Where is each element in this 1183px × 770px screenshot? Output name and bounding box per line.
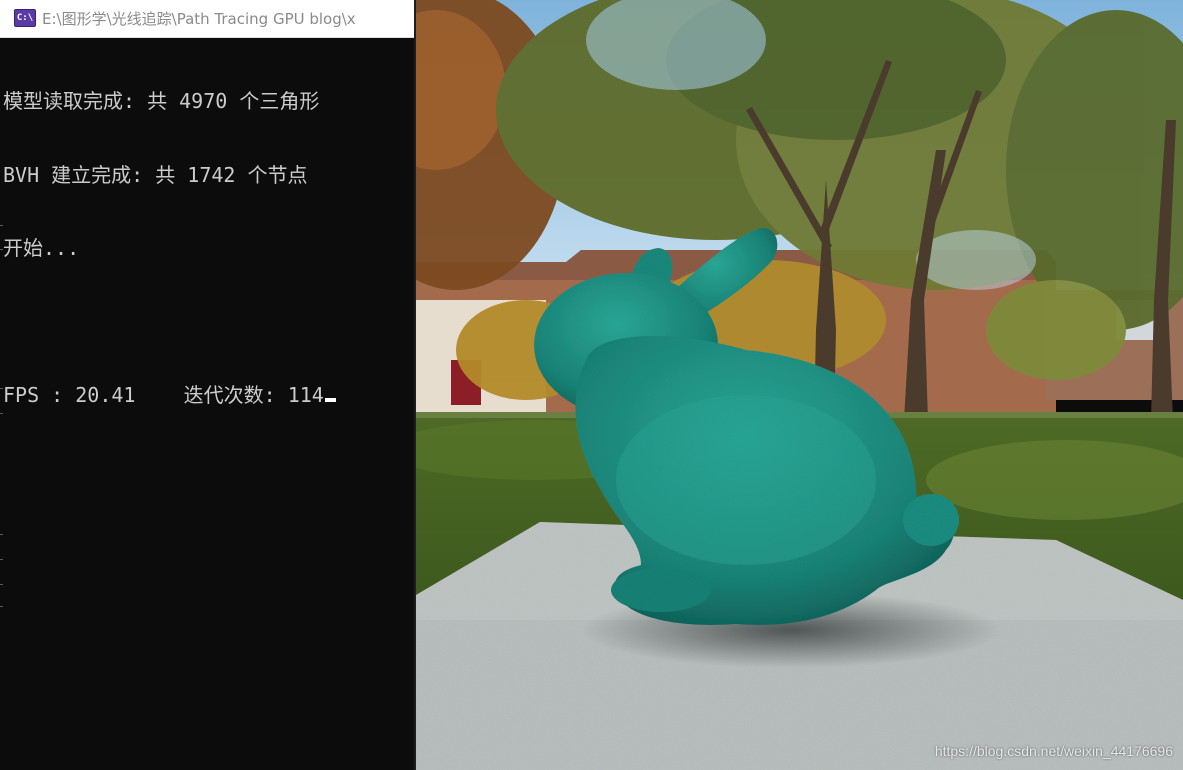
console-line-model-loaded: 模型读取完成: 共 4970 个三角形 [3, 89, 320, 113]
render-scene [416, 0, 1183, 770]
fps-status-text: FPS : 20.41 迭代次数: 114 [3, 383, 324, 407]
console-app-icon: C:\ [14, 9, 36, 27]
window-title: E:\图形学\光线追踪\Path Tracing GPU blog\x [42, 10, 356, 28]
text-cursor [324, 398, 336, 402]
console-line-start: 开始... [3, 236, 80, 260]
console-line-bvh-built: BVH 建立完成: 共 1742 个节点 [3, 162, 308, 187]
console-titlebar[interactable]: C:\ E:\图形学\光线追踪\Path Tracing GPU blog\x [0, 0, 414, 38]
watermark: https://blog.csdn.net/weixin_44176696 [934, 743, 1173, 759]
render-viewport[interactable]: https://blog.csdn.net/weixin_44176696 [416, 0, 1183, 770]
console-output: 模型读取完成: 共 4970 个三角形 BVH 建立完成: 共 1742 个节点… [3, 40, 413, 457]
console-line-fps-status: FPS : 20.41 迭代次数: 114 [3, 383, 413, 408]
left-window-edge [0, 0, 3, 770]
console-window: C:\ E:\图形学\光线追踪\Path Tracing GPU blog\x … [0, 0, 414, 770]
